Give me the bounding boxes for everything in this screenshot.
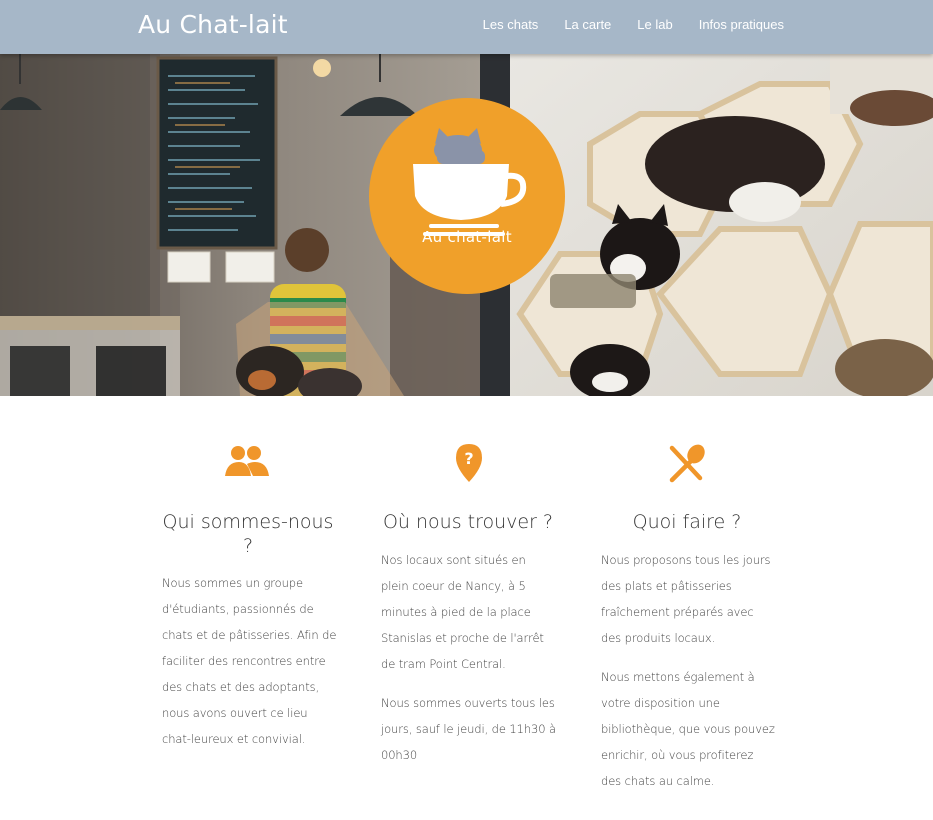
utensils-icon (662, 442, 712, 484)
feature-title: Où nous trouver ? (382, 511, 554, 533)
feature-text: Nous proposons tous les jours des plats … (601, 547, 776, 807)
feature-title: Qui sommes-nous ? (162, 511, 334, 557)
nav-link-infos-pratiques[interactable]: Infos pratiques (699, 17, 784, 32)
feature-paragraph: Nous sommes ouverts tous les jours, sauf… (381, 696, 556, 762)
nav-link-les-chats[interactable]: Les chats (483, 17, 539, 32)
feature-text: Nous sommes un groupe d'étudiants, passi… (162, 570, 337, 765)
hero-banner: Au chat-lait (0, 54, 933, 396)
svg-text:?: ? (464, 449, 473, 468)
feature-text: Nos locaux sont situés en plein coeur de… (381, 547, 556, 781)
feature-paragraph: Nos locaux sont situés en plein coeur de… (381, 553, 544, 671)
feature-title: Quoi faire ? (632, 511, 742, 533)
features-section: Qui sommes-nous ? Nous sommes un groupe … (0, 396, 933, 820)
brand-logo-text[interactable]: Au Chat-lait (138, 10, 288, 39)
feature-paragraph: Nous sommes un groupe d'étudiants, passi… (162, 576, 337, 746)
feature-paragraph: Nous mettons également à votre dispositi… (601, 670, 775, 788)
users-icon (223, 442, 273, 484)
cafe-logo: Au chat-lait (369, 98, 565, 294)
nav-link-le-lab[interactable]: Le lab (637, 17, 672, 32)
cat-in-cup-icon (413, 128, 527, 236)
nav-link-la-carte[interactable]: La carte (564, 17, 611, 32)
feature-paragraph: Nous proposons tous les jours des plats … (601, 553, 771, 645)
nav-links: Les chats La carte Le lab Infos pratique… (483, 17, 784, 32)
logo-text: Au chat-lait (422, 228, 512, 246)
top-navbar: Au Chat-lait Les chats La carte Le lab I… (0, 0, 933, 54)
map-pin-question-icon: ? (444, 442, 494, 484)
